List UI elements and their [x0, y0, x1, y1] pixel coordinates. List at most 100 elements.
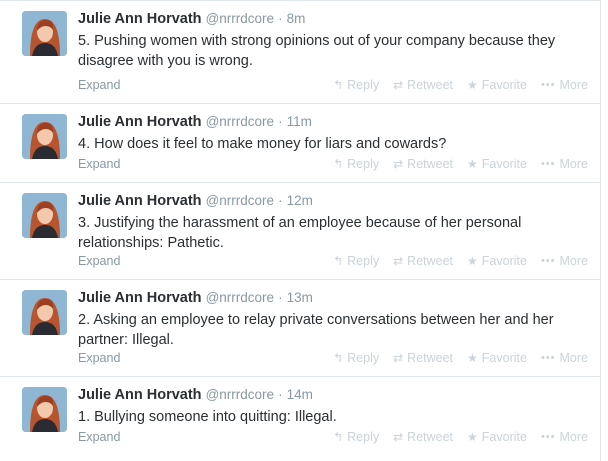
tweet-text: 2. Asking an employee to relay private c…	[78, 312, 554, 348]
author-handle[interactable]: @nrrrdcore	[206, 290, 274, 305]
author-handle[interactable]: @nrrrdcore	[206, 193, 274, 208]
reply-button[interactable]: ↰ Reply	[333, 157, 379, 171]
tweet-actions: ↰ Reply ⇄ Retweet ★ Favorite ••• More	[333, 78, 588, 92]
author-handle[interactable]: @nrrrdcore	[206, 114, 274, 129]
avatar-image	[22, 114, 67, 159]
reply-label: Reply	[347, 351, 380, 365]
tweet-timestamp[interactable]: 11m	[287, 114, 312, 129]
tweet-item[interactable]: Julie Ann Horvath @nrrrdcore · 13m 2. As…	[0, 279, 600, 376]
expand-link[interactable]: Expand	[78, 157, 120, 171]
tweet-actions: ↰ Reply ⇄ Retweet ★ Favorite ••• More	[333, 157, 588, 171]
tweet-timestamp[interactable]: 13m	[287, 290, 313, 305]
tweet-item[interactable]: Julie Ann Horvath @nrrrdcore · 8m 5. Pus…	[0, 0, 600, 103]
author-name[interactable]: Julie Ann Horvath	[78, 193, 202, 209]
reply-button[interactable]: ↰ Reply	[333, 430, 379, 444]
tweet-text: 4. How does it feel to make money for li…	[78, 136, 447, 152]
star-icon: ★	[467, 254, 478, 268]
reply-label: Reply	[347, 78, 380, 92]
avatar[interactable]	[22, 290, 67, 335]
more-button[interactable]: ••• More	[541, 430, 588, 444]
more-button[interactable]: ••• More	[541, 78, 588, 92]
tweet-timestamp[interactable]: 12m	[287, 193, 313, 208]
favorite-label: Favorite	[481, 430, 527, 444]
favorite-button[interactable]: ★ Favorite	[467, 254, 527, 268]
avatar[interactable]	[22, 114, 67, 159]
retweet-button[interactable]: ⇄ Retweet	[393, 430, 453, 444]
reply-arrow-icon: ↰	[333, 157, 344, 171]
separator-dot: ·	[278, 387, 283, 402]
favorite-button[interactable]: ★ Favorite	[467, 430, 527, 444]
star-icon: ★	[467, 78, 478, 92]
favorite-label: Favorite	[481, 254, 527, 268]
expand-link[interactable]: Expand	[78, 78, 120, 92]
tweet-timeline: Julie Ann Horvath @nrrrdcore · 8m 5. Pus…	[0, 0, 601, 461]
tweet-timestamp[interactable]: 8m	[287, 11, 306, 26]
favorite-label: Favorite	[481, 351, 527, 365]
reply-arrow-icon: ↰	[333, 351, 344, 365]
tweet-header: Julie Ann Horvath @nrrrdcore · 14m	[78, 386, 588, 404]
author-handle[interactable]: @nrrrdcore	[206, 11, 274, 26]
retweet-label: Retweet	[407, 430, 454, 444]
author-name[interactable]: Julie Ann Horvath	[78, 114, 202, 130]
tweet-header: Julie Ann Horvath @nrrrdcore · 8m	[78, 10, 588, 28]
favorite-button[interactable]: ★ Favorite	[467, 351, 527, 365]
retweet-button[interactable]: ⇄ Retweet	[393, 254, 453, 268]
more-label: More	[559, 430, 588, 444]
favorite-button[interactable]: ★ Favorite	[467, 157, 527, 171]
more-label: More	[559, 157, 588, 171]
retweet-button[interactable]: ⇄ Retweet	[393, 157, 453, 171]
expand-link[interactable]: Expand	[78, 430, 120, 444]
ellipsis-icon: •••	[540, 158, 556, 170]
reply-label: Reply	[347, 157, 380, 171]
avatar-image	[22, 290, 67, 335]
reply-button[interactable]: ↰ Reply	[333, 351, 379, 365]
tweet-timestamp[interactable]: 14m	[287, 387, 313, 402]
author-name[interactable]: Julie Ann Horvath	[78, 290, 202, 306]
tweet-text: 3. Justifying the harassment of an emplo…	[78, 215, 522, 251]
more-button[interactable]: ••• More	[541, 157, 588, 171]
reply-label: Reply	[347, 254, 380, 268]
expand-link[interactable]: Expand	[78, 351, 120, 365]
tweet-content: Julie Ann Horvath @nrrrdcore · 12m 3. Ju…	[78, 192, 588, 253]
more-label: More	[559, 351, 588, 365]
tweet-footer: Expand ↰ Reply ⇄ Retweet ★ Favorite ••• More	[78, 78, 588, 96]
reply-label: Reply	[347, 430, 380, 444]
more-button[interactable]: ••• More	[541, 254, 588, 268]
tweet-actions: ↰ Reply ⇄ Retweet ★ Favorite ••• More	[333, 254, 588, 268]
author-name[interactable]: Julie Ann Horvath	[78, 387, 202, 403]
more-label: More	[559, 254, 588, 268]
tweet-header: Julie Ann Horvath @nrrrdcore · 11m	[78, 113, 588, 131]
reply-arrow-icon: ↰	[333, 430, 344, 444]
tweet-item[interactable]: Julie Ann Horvath @nrrrdcore · 12m 3. Ju…	[0, 182, 600, 279]
retweet-icon: ⇄	[393, 157, 404, 171]
tweet-footer: Expand ↰ Reply ⇄ Retweet ★ Favorite ••• More	[78, 430, 588, 448]
avatar-image	[22, 193, 67, 238]
tweet-footer: Expand ↰ Reply ⇄ Retweet ★ Favorite ••• More	[78, 157, 588, 175]
tweet-footer: Expand ↰ Reply ⇄ Retweet ★ Favorite ••• More	[78, 351, 588, 369]
retweet-label: Retweet	[407, 157, 454, 171]
ellipsis-icon: •••	[540, 431, 556, 443]
reply-arrow-icon: ↰	[333, 254, 344, 268]
favorite-label: Favorite	[481, 157, 527, 171]
more-button[interactable]: ••• More	[541, 351, 588, 365]
retweet-button[interactable]: ⇄ Retweet	[393, 78, 453, 92]
separator-dot: ·	[278, 114, 283, 129]
retweet-icon: ⇄	[393, 78, 404, 92]
author-handle[interactable]: @nrrrdcore	[206, 387, 274, 402]
reply-button[interactable]: ↰ Reply	[333, 254, 379, 268]
author-name[interactable]: Julie Ann Horvath	[78, 11, 202, 27]
tweet-header: Julie Ann Horvath @nrrrdcore · 12m	[78, 192, 588, 210]
tweet-item[interactable]: Julie Ann Horvath @nrrrdcore · 14m 1. Bu…	[0, 376, 600, 461]
tweet-item[interactable]: Julie Ann Horvath @nrrrdcore · 11m 4. Ho…	[0, 103, 600, 182]
avatar[interactable]	[22, 387, 67, 432]
avatar[interactable]	[22, 193, 67, 238]
tweet-text: 5. Pushing women with strong opinions ou…	[78, 33, 556, 69]
separator-dot: ·	[278, 290, 283, 305]
expand-link[interactable]: Expand	[78, 254, 120, 268]
avatar-image	[22, 387, 67, 432]
favorite-button[interactable]: ★ Favorite	[467, 78, 527, 92]
tweet-actions: ↰ Reply ⇄ Retweet ★ Favorite ••• More	[333, 351, 588, 365]
reply-button[interactable]: ↰ Reply	[333, 78, 379, 92]
avatar[interactable]	[22, 11, 67, 56]
retweet-button[interactable]: ⇄ Retweet	[393, 351, 453, 365]
